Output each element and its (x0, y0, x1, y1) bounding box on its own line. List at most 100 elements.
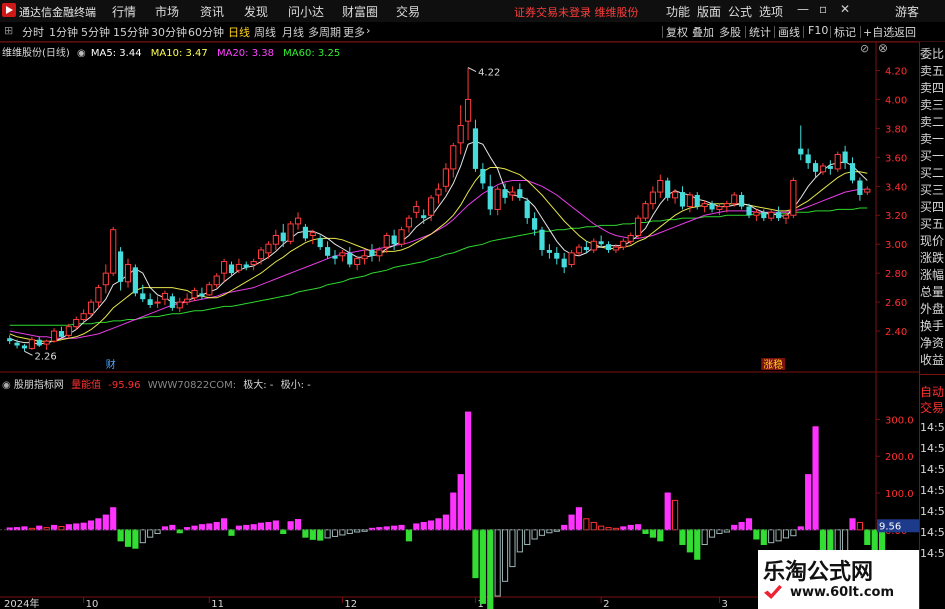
side-tab[interactable]: 自动 (920, 384, 945, 400)
price-tick-label: 3.60 (885, 153, 907, 164)
indicator-bar (442, 514, 449, 531)
side-field-label: 买四 (920, 200, 945, 214)
indicator-bar (671, 499, 679, 531)
indicator-bar (775, 529, 782, 542)
candle-body (716, 206, 723, 210)
side-time: 14:56 (920, 463, 945, 476)
candle-body (118, 251, 124, 282)
side-divider (920, 374, 945, 375)
candle-body (665, 180, 671, 198)
indicator-bar (472, 529, 479, 579)
candle-body (605, 244, 612, 250)
indicator-bar (627, 524, 634, 531)
candle-body (147, 299, 153, 305)
side-field-label: 委比 (920, 47, 945, 61)
min-pointer (24, 350, 33, 356)
indicator-bar (635, 524, 642, 531)
candle-body (154, 301, 161, 304)
candle-body (176, 301, 183, 309)
kline-chart[interactable]: 2024年 10 11 12 1 2 3 4.222.26财 涨稳 4.204.003.803… (0, 0, 919, 609)
indicator-tick-label: 100.0 (885, 489, 914, 500)
indicator-bar (391, 525, 398, 531)
candle-body (43, 340, 50, 345)
indicator-bar (782, 529, 790, 539)
candle-body (265, 243, 272, 254)
candle-body (849, 163, 856, 181)
indicator-bar (398, 524, 405, 531)
indicator-bar (568, 514, 575, 531)
indicator-bar (849, 518, 856, 531)
indicator-bar (124, 529, 132, 547)
candle-body (294, 217, 302, 225)
side-tab[interactable]: 交易 (920, 400, 945, 416)
check-logo-icon (764, 585, 782, 599)
candle-body (325, 247, 331, 256)
indicator-bar (642, 529, 649, 534)
candle-body (413, 206, 420, 213)
candle-body (376, 249, 383, 257)
candle-body (598, 241, 604, 245)
indicator-bar (790, 529, 797, 537)
indicator-bar (228, 529, 235, 536)
side-time: 14:56 (920, 547, 945, 560)
x-tick-label: 10 (86, 599, 99, 609)
candle-body (812, 163, 819, 172)
candle-body (184, 298, 191, 303)
candle-body (746, 206, 752, 216)
candle-body (583, 247, 589, 250)
candle-body (161, 292, 169, 300)
indicator-bar (760, 529, 767, 546)
indicator-bar (405, 529, 413, 542)
indicator-bar (147, 529, 154, 538)
candle-body (494, 188, 501, 210)
indicator-bar (102, 514, 109, 531)
candle-body (753, 211, 760, 216)
indicator-bar (487, 529, 494, 609)
candle-body (206, 284, 213, 296)
indicator-bar (302, 529, 309, 538)
candle-body (546, 249, 552, 253)
indicator-bar (708, 529, 716, 538)
candle-body (302, 226, 309, 239)
candle-body (309, 232, 316, 237)
candle-body (332, 255, 338, 259)
candle-body (132, 267, 138, 294)
indicator-bar (679, 529, 686, 546)
candle-body (191, 290, 198, 299)
candle-body (58, 331, 65, 337)
candle-body (864, 188, 871, 193)
candle-body (701, 203, 708, 208)
indicator-bar (331, 529, 339, 537)
candle-body (317, 238, 323, 248)
candle-body (539, 229, 545, 250)
candle-body (575, 246, 583, 254)
indicator-bar (309, 529, 316, 540)
indicator-bar (731, 524, 738, 531)
side-field-label: 买二 (920, 166, 945, 180)
side-field-label: 卖一 (920, 132, 945, 146)
side-field-label: 现价 (920, 234, 945, 248)
candle-body (21, 345, 28, 349)
candle-body (502, 189, 508, 198)
candle-body (169, 296, 175, 308)
indicator-bar (649, 529, 656, 538)
price-tick-label: 2.40 (885, 327, 907, 338)
watermark-site-name: 乐淘公式网 (763, 560, 874, 585)
candle-body (805, 154, 811, 164)
indicator-bar (501, 529, 509, 582)
candle-body (287, 223, 294, 242)
indicator-bar (191, 525, 198, 531)
indicator-bar (324, 529, 331, 539)
candle-body (383, 235, 390, 248)
indicator-bar (598, 525, 605, 531)
candle-body (568, 252, 575, 265)
x-tick-label: 11 (211, 599, 224, 609)
indicator-bar (280, 529, 287, 534)
indicator-cursor-value: 9.56 (879, 521, 901, 532)
price-tick-label: 4.20 (885, 66, 907, 77)
candle-body (235, 263, 242, 271)
indicator-bar (561, 524, 568, 531)
indicator-bar (753, 529, 760, 540)
candle-body (554, 252, 560, 259)
side-field-label: 净资 (920, 336, 945, 350)
